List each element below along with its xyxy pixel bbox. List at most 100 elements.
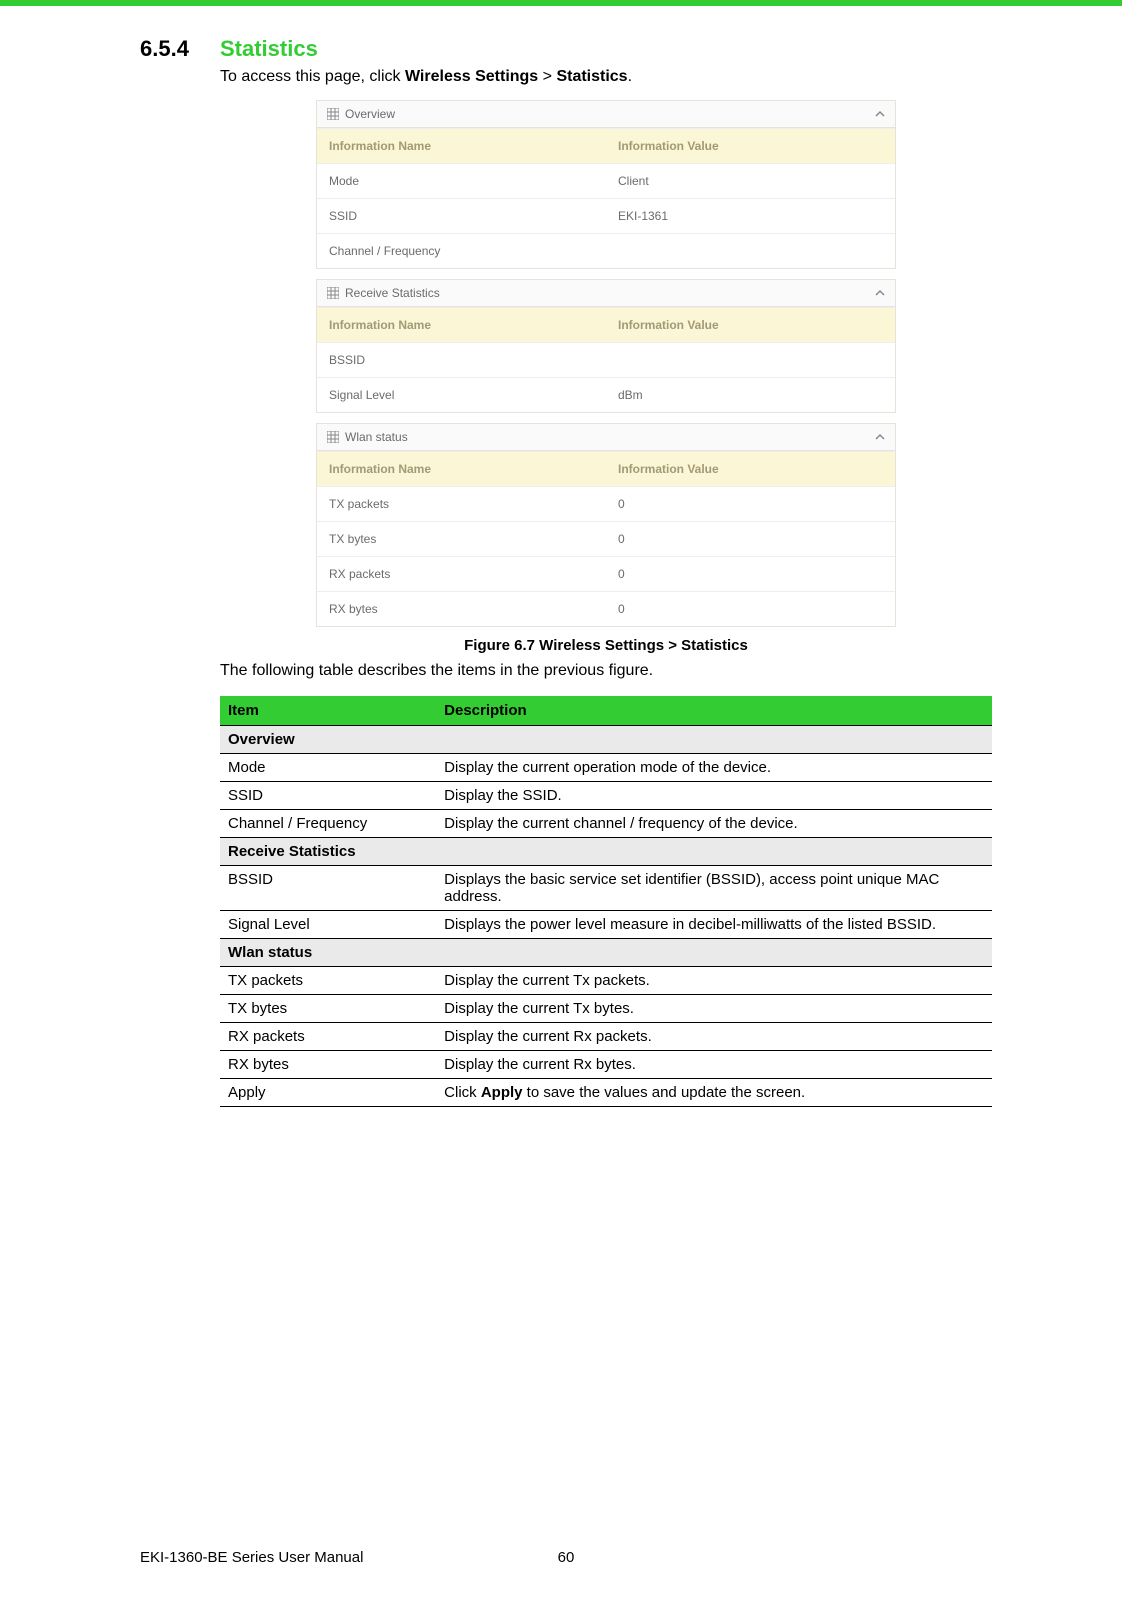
intro-suffix: . [628, 68, 632, 85]
dtable-item-cell: Channel / Frequency [220, 810, 436, 838]
after-figure-text: The following table describes the items … [220, 662, 992, 680]
section-title: Statistics [220, 36, 318, 62]
grid-icon [327, 108, 339, 120]
dtable-desc-cell: Display the current Rx bytes. [436, 1051, 992, 1079]
panel: Wlan status Information NameInformation V… [316, 423, 896, 627]
panel-column-header-row: Information NameInformation Value [317, 307, 895, 342]
dtable-desc-cell: Displays the basic service set identifie… [436, 866, 992, 911]
dtable-item-cell: Mode [220, 754, 436, 782]
dtable-item-cell: TX packets [220, 967, 436, 995]
dtable-item-cell: TX bytes [220, 995, 436, 1023]
panel-column-header-row: Information NameInformation Value [317, 451, 895, 486]
content-indent: To access this page, click Wireless Sett… [220, 68, 992, 1107]
panel-cell-value [606, 234, 895, 268]
panel-cell-name: RX packets [317, 557, 606, 591]
panel-data-row: BSSID [317, 342, 895, 377]
dtable-row: Signal LevelDisplays the power level mea… [220, 911, 992, 939]
footer-page-number: 60 [558, 1549, 575, 1566]
dtable-desc-prefix: Click [444, 1084, 481, 1101]
panel-data-row: Channel / Frequency [317, 233, 895, 268]
dtable-item-cell: RX bytes [220, 1051, 436, 1079]
panel-data-row: RX bytes0 [317, 591, 895, 626]
dtable-subheader-row: Wlan status [220, 939, 992, 967]
dtable-item-cell: Signal Level [220, 911, 436, 939]
panel-header[interactable]: Overview [317, 101, 895, 128]
panel-title-text: Receive Statistics [345, 286, 440, 300]
dtable-desc-cell: Click Apply to save the values and updat… [436, 1079, 992, 1107]
panel-data-row: TX bytes0 [317, 521, 895, 556]
panel-cell-name: SSID [317, 199, 606, 233]
intro-bold2: Statistics [556, 68, 627, 85]
dtable-row: RX packetsDisplay the current Rx packets… [220, 1023, 992, 1051]
page-container: 6.5.4 Statistics To access this page, cl… [0, 6, 1122, 1586]
panel-col-header-name: Information Name [317, 452, 606, 486]
dtable-desc-bold: Apply [481, 1084, 523, 1101]
dtable-row: TX bytesDisplay the current Tx bytes. [220, 995, 992, 1023]
grid-icon [327, 287, 339, 299]
dtable-header-desc: Description [436, 696, 992, 726]
section-number: 6.5.4 [140, 36, 220, 62]
dtable-row: SSIDDisplay the SSID. [220, 782, 992, 810]
panel-cell-name: TX packets [317, 487, 606, 521]
panel-cell-value: dBm [606, 378, 895, 412]
panel-cell-name: BSSID [317, 343, 606, 377]
panel-col-header-value: Information Value [606, 129, 895, 163]
dtable-desc-cell: Display the current operation mode of th… [436, 754, 992, 782]
dtable-subheader-row: Receive Statistics [220, 838, 992, 866]
chevron-up-icon[interactable] [875, 432, 885, 442]
dtable-row: ApplyClick Apply to save the values and … [220, 1079, 992, 1107]
dtable-subheader-cell: Wlan status [220, 939, 992, 967]
dtable-item-cell: BSSID [220, 866, 436, 911]
dtable-desc-cell: Display the current Tx bytes. [436, 995, 992, 1023]
panel-cell-value: 0 [606, 487, 895, 521]
panel-cell-value: 0 [606, 522, 895, 556]
dtable-desc-cell: Display the SSID. [436, 782, 992, 810]
intro-bold1: Wireless Settings [405, 68, 538, 85]
page-footer: EKI-1360-BE Series User Manual 60 [140, 1549, 992, 1566]
dtable-header-row: Item Description [220, 696, 992, 726]
intro-text: To access this page, click Wireless Sett… [220, 68, 992, 86]
panel-header[interactable]: Receive Statistics [317, 280, 895, 307]
panel-title-group: Receive Statistics [327, 286, 440, 300]
dtable-item-cell: Apply [220, 1079, 436, 1107]
panel-cell-value: 0 [606, 557, 895, 591]
panel-col-header-name: Information Name [317, 129, 606, 163]
panel-title-group: Overview [327, 107, 395, 121]
screenshot-figure: OverviewInformation NameInformation Valu… [316, 100, 896, 627]
figure-caption: Figure 6.7 Wireless Settings > Statistic… [220, 637, 992, 654]
dtable-row: RX bytesDisplay the current Rx bytes. [220, 1051, 992, 1079]
dtable-desc-cell: Display the current channel / frequency … [436, 810, 992, 838]
description-table: Item Description OverviewModeDisplay the… [220, 696, 992, 1107]
panel-cell-name: TX bytes [317, 522, 606, 556]
panel-data-row: Signal LeveldBm [317, 377, 895, 412]
chevron-up-icon[interactable] [875, 109, 885, 119]
panel-column-header-row: Information NameInformation Value [317, 128, 895, 163]
dtable-item-cell: RX packets [220, 1023, 436, 1051]
dtable-row: Channel / FrequencyDisplay the current c… [220, 810, 992, 838]
panel-cell-value: EKI-1361 [606, 199, 895, 233]
dtable-subheader-cell: Overview [220, 726, 992, 754]
panel-cell-name: RX bytes [317, 592, 606, 626]
panel-header[interactable]: Wlan status [317, 424, 895, 451]
panel-cell-value: 0 [606, 592, 895, 626]
dtable-row: BSSIDDisplays the basic service set iden… [220, 866, 992, 911]
dtable-desc-cell: Display the current Rx packets. [436, 1023, 992, 1051]
panel-data-row: SSIDEKI-1361 [317, 198, 895, 233]
intro-sep: > [538, 68, 556, 85]
dtable-row: ModeDisplay the current operation mode o… [220, 754, 992, 782]
footer-manual-name: EKI-1360-BE Series User Manual [140, 1549, 363, 1566]
panel: Overview Information NameInformation Valu… [316, 100, 896, 269]
panel-data-row: ModeClient [317, 163, 895, 198]
dtable-desc-suffix: to save the values and update the screen… [523, 1084, 806, 1101]
chevron-up-icon[interactable] [875, 288, 885, 298]
panel-title-text: Overview [345, 107, 395, 121]
panel-col-header-value: Information Value [606, 308, 895, 342]
dtable-subheader-cell: Receive Statistics [220, 838, 992, 866]
panel-title-group: Wlan status [327, 430, 408, 444]
panel-col-header-name: Information Name [317, 308, 606, 342]
dtable-header-item: Item [220, 696, 436, 726]
dtable-item-cell: SSID [220, 782, 436, 810]
section-heading-row: 6.5.4 Statistics [140, 36, 992, 62]
panel-cell-name: Signal Level [317, 378, 606, 412]
dtable-desc-cell: Displays the power level measure in deci… [436, 911, 992, 939]
